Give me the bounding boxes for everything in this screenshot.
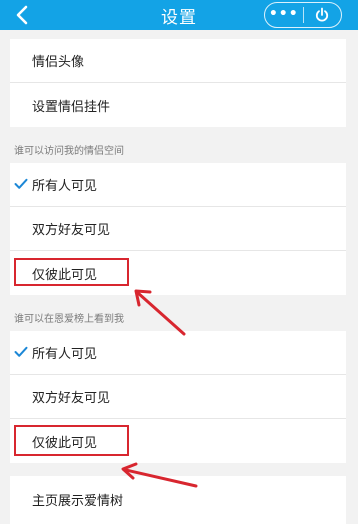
- couple-avatar-item[interactable]: 情侣头像: [10, 39, 346, 83]
- show-love-tree-label: 主页展示爱情树: [32, 493, 124, 509]
- ranking-option-mutual-friends-label: 双方好友可见: [32, 391, 111, 406]
- power-icon: [316, 7, 329, 22]
- annotation-highlight-box: [14, 425, 129, 456]
- couple-widget-label: 设置情侣挂件: [32, 99, 111, 115]
- ranking-option-everyone-label: 所有人可见: [32, 347, 98, 362]
- chevron-left-icon: [16, 5, 28, 25]
- top-bar: 设置 •••: [0, 0, 358, 30]
- ranking-option-mutual-friends[interactable]: 双方好友可见: [10, 375, 346, 419]
- space-option-everyone-label: 所有人可见: [32, 179, 98, 194]
- couple-widget-item[interactable]: 设置情侣挂件: [10, 83, 346, 127]
- space-option-mutual-friends-label: 双方好友可见: [32, 223, 111, 238]
- back-button[interactable]: [10, 4, 34, 26]
- mini-program-capsule: •••: [264, 2, 342, 28]
- space-option-everyone[interactable]: 所有人可见: [10, 163, 346, 207]
- checkmark-icon: [14, 178, 28, 189]
- annotation-arrow: [121, 462, 198, 488]
- annotation-highlight-box: [14, 258, 129, 286]
- space-visibility-header: 谁可以访问我的情侣空间: [14, 145, 124, 157]
- space-option-mutual-friends[interactable]: 双方好友可见: [10, 207, 346, 251]
- couple-avatar-label: 情侣头像: [32, 55, 85, 70]
- annotation-arrow: [134, 289, 186, 336]
- page-title: 设置: [161, 7, 197, 28]
- profile-settings-group: 情侣头像 设置情侣挂件: [10, 39, 346, 127]
- more-dots-icon: •••: [268, 5, 299, 22]
- checkmark-icon: [14, 346, 28, 357]
- exit-button[interactable]: [304, 3, 342, 27]
- more-button[interactable]: •••: [265, 3, 303, 27]
